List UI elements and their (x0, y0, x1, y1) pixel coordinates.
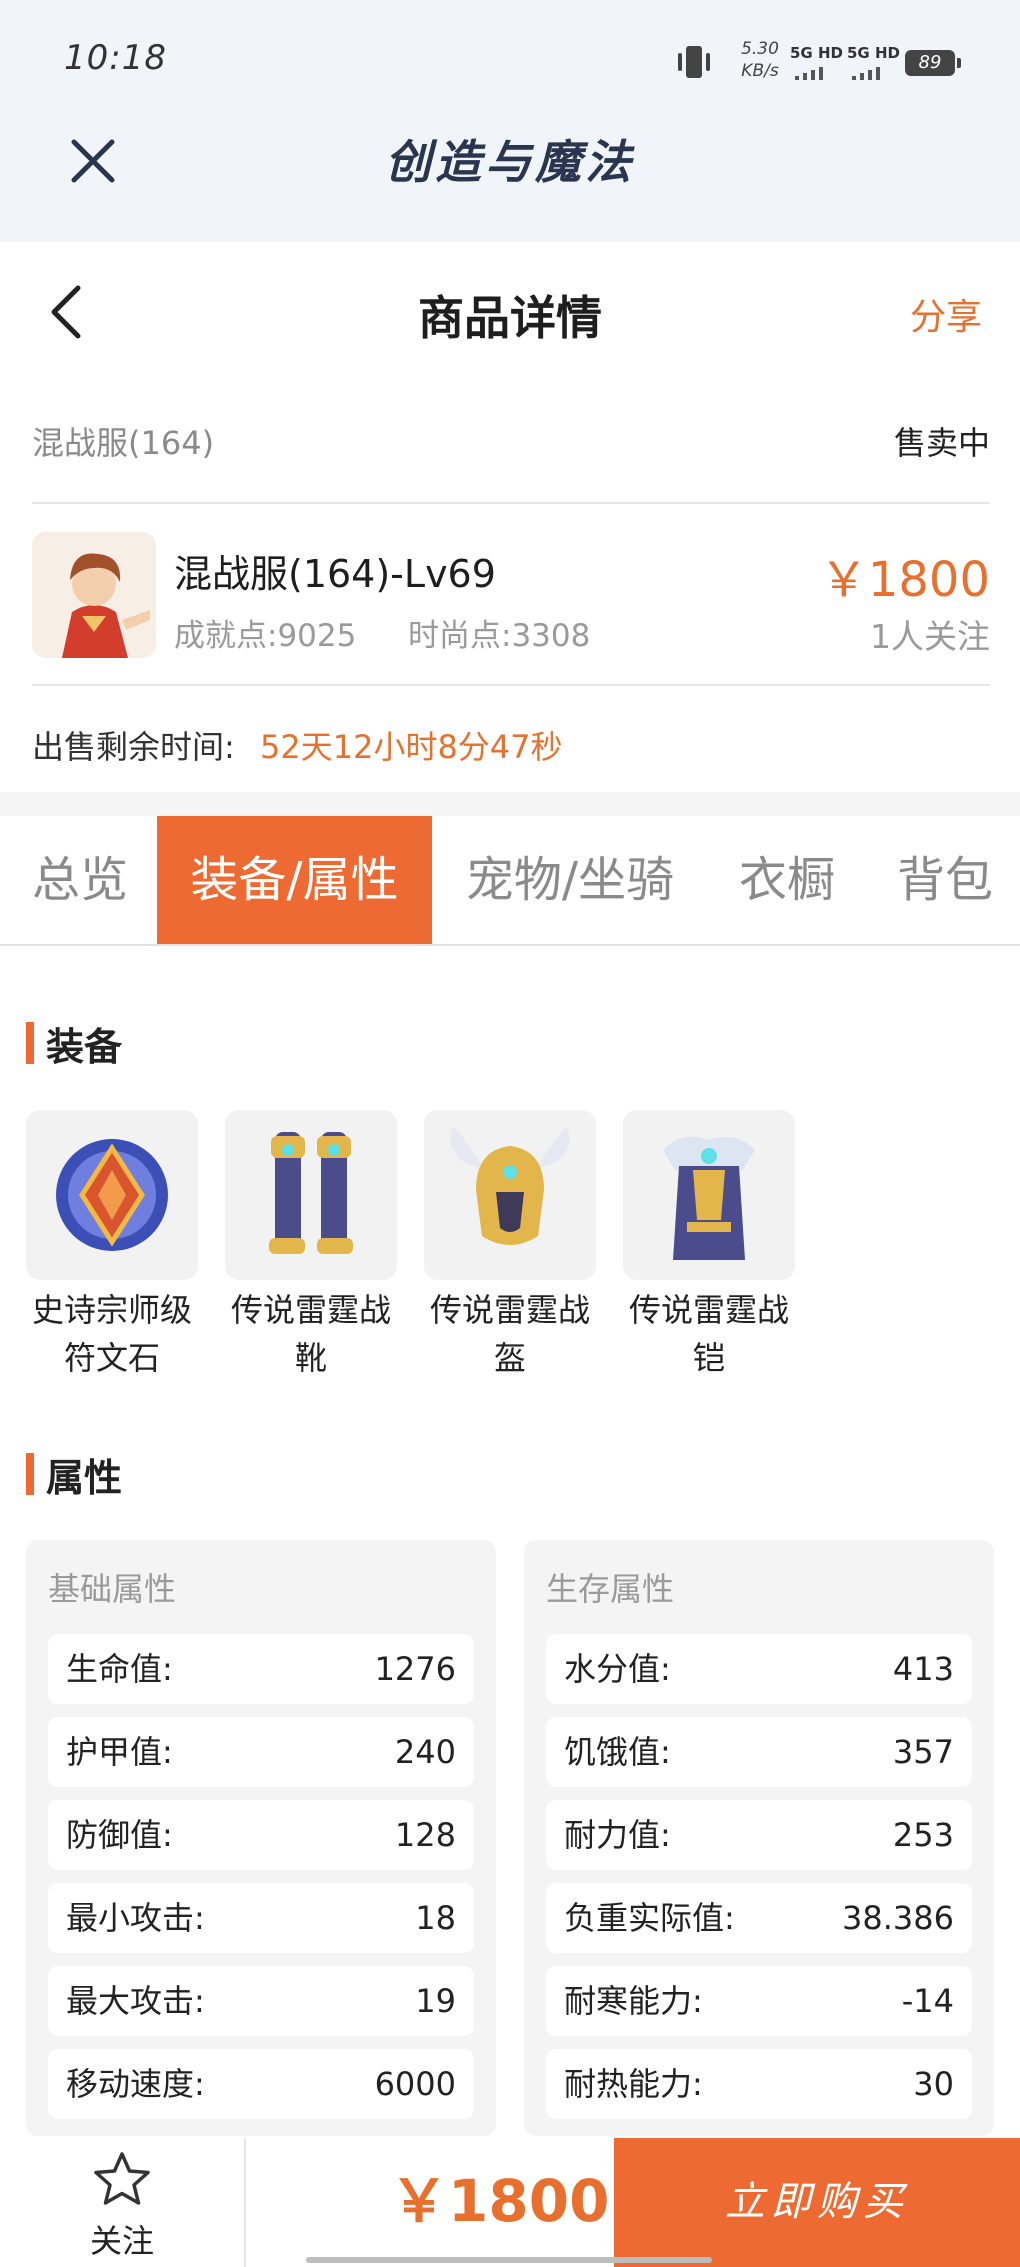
battery-icon: 89 (905, 50, 961, 76)
equipment-heading: 装备 (26, 1016, 122, 1071)
attribute-row: 水分值: 413 (546, 1634, 972, 1704)
equipment-name: 传说雷霆战盔 (429, 1291, 590, 1377)
network-indicator-1: 5G HD (790, 44, 843, 62)
share-button[interactable]: 分享 (910, 288, 982, 340)
star-icon (94, 2152, 150, 2205)
attribute-row: 防御值: 128 (48, 1800, 474, 1870)
helmet-icon (450, 1126, 570, 1245)
attribute-row: 耐热能力: 30 (546, 2049, 972, 2119)
follow-button[interactable]: 关注 (0, 2138, 246, 2267)
item-price: ￥1800 (819, 552, 990, 608)
status-indicators: 5.30 KB/s 5G HD 5G HD 89 (675, 38, 975, 88)
network-speed: 5.30 KB/s (741, 39, 779, 81)
bottom-action-bar: 关注 ￥1800 立即购买 (0, 2138, 1020, 2267)
equipment-item[interactable]: 传说雷霆战铠 (623, 1110, 795, 1382)
equipment-name: 传说雷霆战靴 (230, 1291, 391, 1377)
tab-bar: 总览 装备/属性 宠物/坐骑 衣橱 背包 (0, 816, 1020, 946)
tab-pets-mounts[interactable]: 宠物/坐骑 (450, 816, 690, 944)
signal-icon-2 (852, 67, 880, 80)
attribute-row: 耐寒能力: -14 (546, 1966, 972, 2036)
status-time: 10:18 (64, 38, 167, 78)
tab-backpack[interactable]: 背包 (880, 816, 1010, 944)
app-title: 创造与魔法 (385, 135, 635, 189)
follow-label: 关注 (89, 2222, 154, 2260)
equipment-item[interactable]: 传说雷霆战靴 (225, 1110, 397, 1382)
attribute-row: 移动速度: 6000 (48, 2049, 474, 2119)
status-badge: 售卖中 (893, 424, 990, 462)
equipment-item[interactable]: 传说雷霆战盔 (424, 1110, 596, 1382)
attribute-row: 耐力值: 253 (546, 1800, 972, 1870)
signal-icon (795, 67, 823, 80)
attributes-heading: 属性 (26, 1447, 122, 1502)
attribute-row: 饥饿值: 357 (546, 1717, 972, 1787)
survival-attributes-panel: 生存属性 水分值: 413 饥饿值: 357 耐力值: 253 负重实际值: 38.38… (524, 1540, 994, 2136)
listing-name: 混战服(164) (32, 424, 215, 462)
equipment-name: 史诗宗师级符文石 (31, 1291, 192, 1377)
attribute-row: 负重实际值: 38.386 (546, 1883, 972, 1953)
bottom-price: ￥1800 (390, 2167, 610, 2235)
section-separator (0, 792, 1020, 816)
remaining-time-label: 出售剩余时间: (32, 728, 235, 766)
attribute-row: 最小攻击: 18 (48, 1883, 474, 1953)
armor-icon (663, 1136, 755, 1260)
attribute-row: 最大攻击: 19 (48, 1966, 474, 2036)
divider (32, 502, 990, 504)
app-header: 10:18 5.30 KB/s 5G HD 5G HD 89 创造与魔法 (0, 0, 1020, 242)
tab-equipment-attributes[interactable]: 装备/属性 (157, 816, 432, 944)
basic-attributes-panel: 基础属性 生命值: 1276 护甲值: 240 防御值: 128 最小攻击: 18 最大… (26, 1540, 496, 2136)
panel-title: 生存属性 (546, 1570, 675, 1608)
attribute-row: 生命值: 1276 (48, 1634, 474, 1704)
rune-stone-icon (56, 1139, 168, 1251)
tab-wardrobe[interactable]: 衣橱 (722, 816, 852, 944)
buy-now-button[interactable]: 立即购买 (614, 2138, 1020, 2267)
fashion-points: 时尚点:3308 (408, 618, 591, 654)
vibrate-icon (678, 46, 710, 78)
boots-icon (269, 1132, 353, 1254)
attribute-row: 护甲值: 240 (48, 1717, 474, 1787)
follower-count: 1人关注 (870, 617, 990, 656)
divider (32, 684, 990, 686)
avatar (32, 532, 156, 658)
equipment-name: 传说雷霆战铠 (628, 1291, 789, 1377)
network-indicator-2: 5G HD (847, 44, 900, 62)
achievement-points: 成就点:9025 (174, 618, 357, 654)
equipment-item[interactable]: 史诗宗师级符文石 (26, 1110, 198, 1382)
panel-title: 基础属性 (48, 1570, 177, 1608)
home-indicator (306, 2257, 712, 2263)
page-title: 商品详情 (418, 291, 602, 345)
tab-overview[interactable]: 总览 (12, 816, 148, 944)
remaining-time-value: 52天12小时8分47秒 (260, 728, 563, 766)
item-title: 混战服(164)-Lv69 (174, 552, 496, 596)
